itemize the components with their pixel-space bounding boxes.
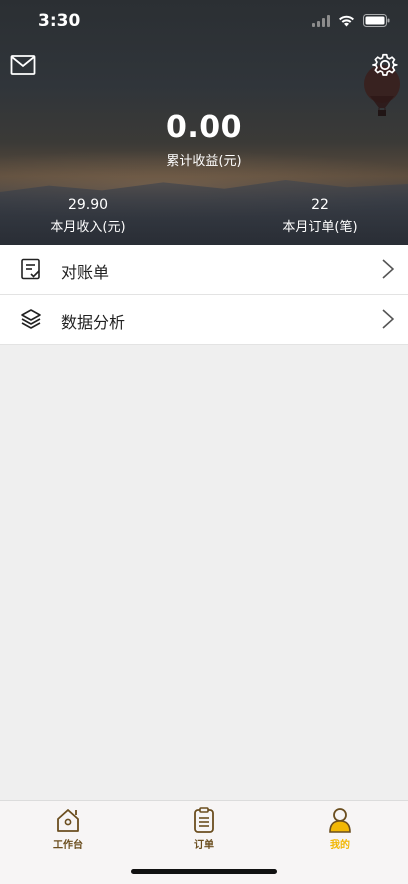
menu-item-label: 对账单: [61, 263, 110, 282]
home-icon: [57, 809, 79, 832]
header-banner: 3:30 0.00 累计收益(元) 29.90 本月收入(元) 22 本月订单(…: [0, 0, 408, 245]
gear-icon[interactable]: [372, 52, 398, 78]
statement-icon: [21, 258, 40, 280]
clipboard-icon: [194, 807, 214, 833]
tab-workbench[interactable]: 工作台: [28, 807, 108, 851]
monthly-orders-label: 本月订单(笔): [282, 220, 358, 235]
menu-item-statement[interactable]: 对账单: [0, 245, 408, 295]
menu-item-data-analysis[interactable]: 数据分析: [0, 295, 408, 345]
mail-icon[interactable]: [10, 54, 36, 76]
monthly-income-label: 本月收入(元): [50, 220, 126, 235]
menu-list: 对账单 数据分析: [0, 245, 408, 345]
tab-label: 工作台: [53, 840, 83, 851]
chevron-right-icon: [382, 259, 394, 279]
cellular-signal-icon: [312, 14, 330, 27]
monthly-income-value: 29.90: [67, 197, 109, 213]
layers-icon: [21, 309, 41, 329]
user-icon: [329, 808, 351, 833]
wifi-icon: [339, 15, 354, 26]
battery-icon: [363, 14, 390, 27]
monthly-orders-stat: 22 本月订单(笔): [250, 197, 390, 235]
status-time: 3:30: [38, 11, 81, 31]
tab-orders[interactable]: 订单: [164, 807, 244, 851]
tab-mine[interactable]: 我的: [300, 807, 380, 851]
tab-label: 订单: [194, 840, 214, 851]
menu-item-label: 数据分析: [61, 313, 126, 332]
status-bar: 3:30: [0, 0, 408, 44]
total-earnings-value: 0.00: [165, 110, 243, 145]
home-indicator[interactable]: [131, 869, 277, 874]
total-earnings-label: 累计收益(元): [166, 154, 242, 169]
monthly-income-stat: 29.90 本月收入(元): [18, 197, 158, 235]
monthly-orders-value: 22: [311, 197, 329, 213]
tab-label: 我的: [330, 840, 350, 851]
chevron-right-icon: [382, 309, 394, 329]
